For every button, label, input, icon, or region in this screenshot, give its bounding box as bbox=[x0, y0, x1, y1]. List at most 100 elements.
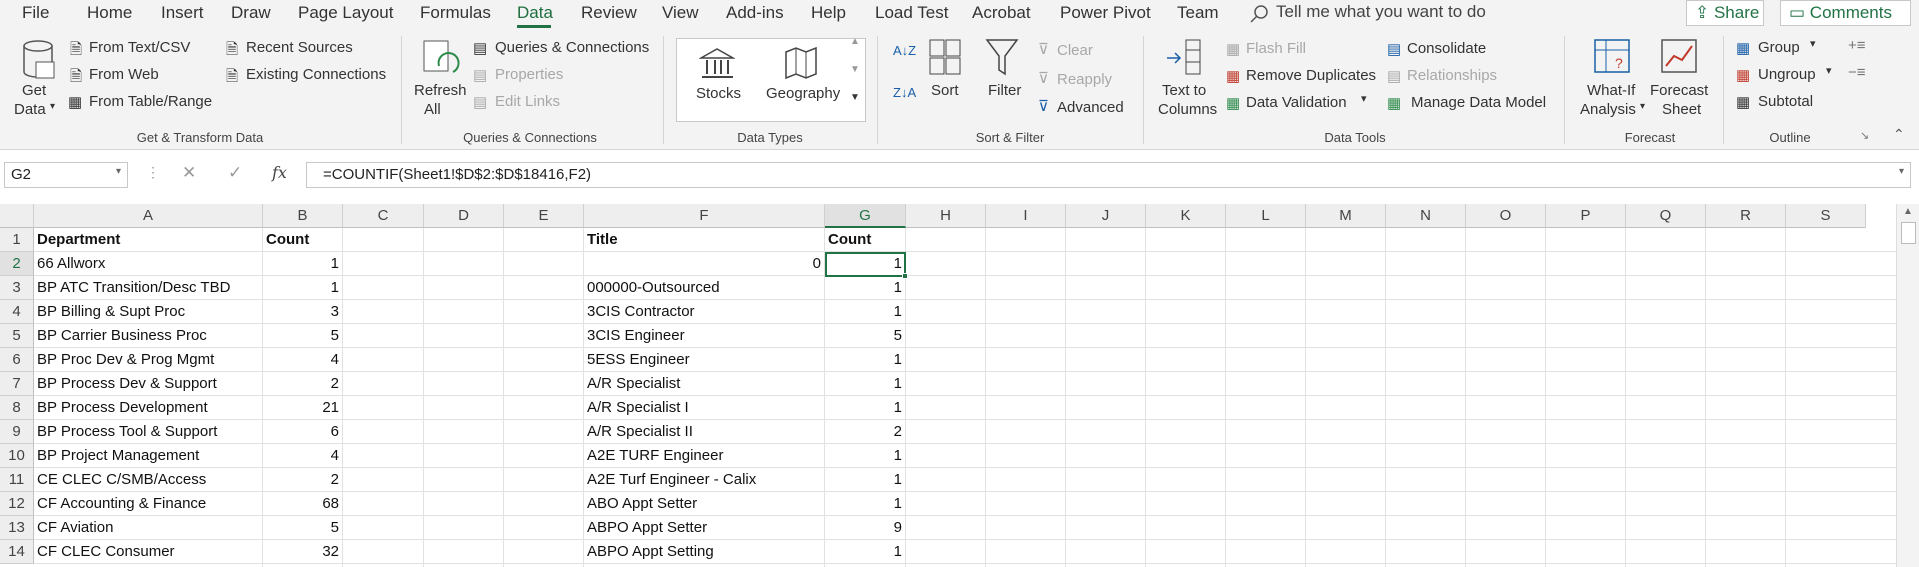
manage-data-model-button[interactable]: Manage Data Model bbox=[1411, 94, 1546, 111]
cell-a3[interactable]: BP ATC Transition/Desc TBD bbox=[34, 276, 263, 300]
column-header-k[interactable]: K bbox=[1146, 204, 1226, 228]
tab-acrobat[interactable]: Acrobat bbox=[972, 3, 1031, 23]
ungroup-button[interactable]: Ungroup bbox=[1758, 66, 1816, 83]
cell-f3[interactable]: 000000-Outsourced bbox=[584, 276, 825, 300]
row-header-4[interactable]: 4 bbox=[0, 300, 34, 324]
tab-draw[interactable]: Draw bbox=[231, 3, 271, 23]
column-header-e[interactable]: E bbox=[504, 204, 584, 228]
from-table-range-button[interactable]: From Table/Range bbox=[89, 93, 212, 110]
scroll-up-icon[interactable]: ▲ bbox=[1903, 206, 1913, 217]
column-header-j[interactable]: J bbox=[1066, 204, 1146, 228]
cell-g12[interactable]: 1 bbox=[825, 492, 906, 516]
row-header-2[interactable]: 2 bbox=[0, 252, 34, 276]
cell-f8[interactable]: A/R Specialist I bbox=[584, 396, 825, 420]
cell-f7[interactable]: A/R Specialist bbox=[584, 372, 825, 396]
column-header-s[interactable]: S bbox=[1786, 204, 1866, 228]
cell-a8[interactable]: BP Process Development bbox=[34, 396, 263, 420]
cell-a14[interactable]: CF CLEC Consumer bbox=[34, 540, 263, 564]
column-header-c[interactable]: C bbox=[343, 204, 424, 228]
tab-page-layout[interactable]: Page Layout bbox=[298, 3, 393, 23]
consolidate-button[interactable]: Consolidate bbox=[1407, 40, 1486, 57]
tab-data[interactable]: Data bbox=[517, 3, 553, 23]
row-header-14[interactable]: 14 bbox=[0, 540, 34, 564]
column-header-g[interactable]: G bbox=[825, 204, 906, 228]
edit-links-button[interactable]: Edit Links bbox=[495, 93, 560, 110]
column-header-o[interactable]: O bbox=[1466, 204, 1546, 228]
sort-button[interactable]: Sort bbox=[931, 82, 959, 99]
chevron-down-icon[interactable]: ▾ bbox=[1826, 64, 1832, 77]
cell-b4[interactable]: 3 bbox=[263, 300, 343, 324]
column-header-b[interactable]: B bbox=[263, 204, 343, 228]
cell-b1[interactable]: Count bbox=[263, 228, 343, 252]
cell-b10[interactable]: 4 bbox=[263, 444, 343, 468]
spreadsheet-grid[interactable]: ABCDEFGHIJKLMNOPQRS 1 2 3 4 5 6 7 8 9 10 11 12 13 14 … bbox=[0, 204, 1919, 567]
queries-connections-button[interactable]: Queries & Connections bbox=[495, 39, 649, 56]
cell-f13[interactable]: ABPO Appt Setter bbox=[584, 516, 825, 540]
row-header-11[interactable]: 11 bbox=[0, 468, 34, 492]
gallery-down-icon[interactable]: ▼ bbox=[850, 64, 860, 75]
chevron-down-icon[interactable]: ▾ bbox=[1361, 92, 1367, 105]
cell-g4[interactable]: 1 bbox=[825, 300, 906, 324]
tab-insert[interactable]: Insert bbox=[161, 3, 204, 23]
data-validation-button[interactable]: Data Validation bbox=[1246, 94, 1347, 111]
cell-a7[interactable]: BP Process Dev & Support bbox=[34, 372, 263, 396]
tab-view[interactable]: View bbox=[662, 3, 699, 23]
cell-f4[interactable]: 3CIS Contractor bbox=[584, 300, 825, 324]
row-header-5[interactable]: 5 bbox=[0, 324, 34, 348]
cell-f1[interactable]: Title bbox=[584, 228, 825, 252]
cell-a2[interactable]: 66 Allworx bbox=[34, 252, 263, 276]
cell-f10[interactable]: A2E TURF Engineer bbox=[584, 444, 825, 468]
stocks-button[interactable]: Stocks bbox=[696, 85, 741, 102]
column-header-q[interactable]: Q bbox=[1626, 204, 1706, 228]
gallery-up-icon[interactable]: ▲ bbox=[850, 36, 860, 47]
from-text-csv-button[interactable]: From Text/CSV bbox=[89, 39, 190, 56]
search-icon[interactable] bbox=[1248, 4, 1270, 26]
name-box[interactable]: G2 ▾ bbox=[4, 162, 128, 188]
insert-function-icon[interactable]: fx bbox=[272, 163, 287, 182]
row-header-1[interactable]: 1 bbox=[0, 228, 34, 252]
expand-formula-icon[interactable]: ▾ bbox=[1899, 166, 1904, 177]
column-header-l[interactable]: L bbox=[1226, 204, 1306, 228]
collapse-ribbon-icon[interactable]: ⌃ bbox=[1893, 126, 1905, 143]
tab-power-pivot[interactable]: Power Pivot bbox=[1060, 3, 1151, 23]
cell-b12[interactable]: 68 bbox=[263, 492, 343, 516]
tab-home[interactable]: Home bbox=[87, 3, 132, 23]
cell-g8[interactable]: 1 bbox=[825, 396, 906, 420]
relationships-button[interactable]: Relationships bbox=[1407, 67, 1497, 84]
existing-connections-button[interactable]: Existing Connections bbox=[246, 66, 386, 83]
row-header-6[interactable]: 6 bbox=[0, 348, 34, 372]
dialog-launcher-icon[interactable]: ↘ bbox=[1860, 129, 1869, 142]
clear-button[interactable]: Clear bbox=[1057, 42, 1093, 59]
cell-a9[interactable]: BP Process Tool & Support bbox=[34, 420, 263, 444]
group-button[interactable]: Group bbox=[1758, 39, 1800, 56]
remove-duplicates-button[interactable]: Remove Duplicates bbox=[1246, 67, 1376, 84]
enter-icon[interactable]: ✓ bbox=[228, 163, 242, 183]
cell-b13[interactable]: 5 bbox=[263, 516, 343, 540]
scrollbar-thumb[interactable] bbox=[1901, 222, 1916, 244]
tab-addins[interactable]: Add-ins bbox=[726, 3, 784, 23]
cell-a4[interactable]: BP Billing & Supt Proc bbox=[34, 300, 263, 324]
column-header-p[interactable]: P bbox=[1546, 204, 1626, 228]
filter-button[interactable]: Filter bbox=[988, 82, 1021, 99]
cell-b2[interactable]: 1 bbox=[263, 252, 343, 276]
select-all-corner[interactable] bbox=[0, 204, 34, 228]
cell-a10[interactable]: BP Project Management bbox=[34, 444, 263, 468]
cell-g10[interactable]: 1 bbox=[825, 444, 906, 468]
cell-b7[interactable]: 2 bbox=[263, 372, 343, 396]
recent-sources-button[interactable]: Recent Sources bbox=[246, 39, 353, 56]
cell-f12[interactable]: ABO Appt Setter bbox=[584, 492, 825, 516]
cell-b9[interactable]: 6 bbox=[263, 420, 343, 444]
cell-b14[interactable]: 32 bbox=[263, 540, 343, 564]
chevron-down-icon[interactable]: ▾ bbox=[116, 166, 121, 177]
cell-g5[interactable]: 5 bbox=[825, 324, 906, 348]
cell-f14[interactable]: ABPO Appt Setting bbox=[584, 540, 825, 564]
tab-team[interactable]: Team bbox=[1177, 3, 1219, 23]
subtotal-button[interactable]: Subtotal bbox=[1758, 93, 1813, 110]
row-header-7[interactable]: 7 bbox=[0, 372, 34, 396]
show-detail-icon[interactable]: +≡ bbox=[1848, 37, 1866, 54]
row-header-13[interactable]: 13 bbox=[0, 516, 34, 540]
cell-b6[interactable]: 4 bbox=[263, 348, 343, 372]
fill-handle[interactable] bbox=[902, 273, 908, 279]
tab-formulas[interactable]: Formulas bbox=[420, 3, 491, 23]
cell-g3[interactable]: 1 bbox=[825, 276, 906, 300]
